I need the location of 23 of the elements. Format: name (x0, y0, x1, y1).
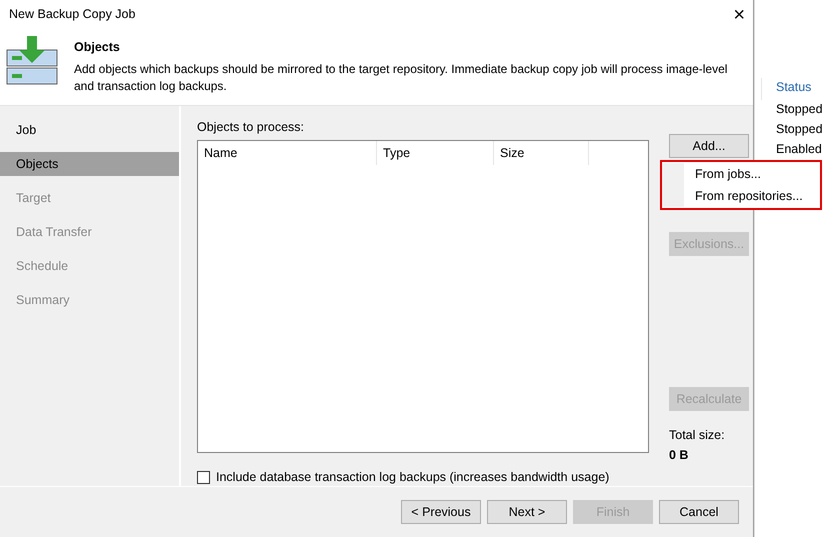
status-text: Stopped (775, 101, 823, 118)
step-item[interactable]: Job (0, 118, 179, 142)
window-title: New Backup Copy Job (9, 6, 136, 24)
column-header[interactable]: Name (198, 140, 377, 165)
button[interactable]: < Previous (401, 500, 481, 524)
button[interactable]: Next > (487, 500, 567, 524)
button[interactable]: Cancel (659, 500, 739, 524)
objects-label: Objects to process: (197, 119, 305, 136)
total-size-label: Total size: (669, 427, 726, 444)
column-header[interactable]: Status (761, 78, 823, 100)
button[interactable]: Add... (669, 134, 749, 158)
step-item[interactable]: Objects (0, 152, 179, 176)
header-description: Add objects which backups should be mirrored to the target repository. Immediate backup copy job will process image-level and transaction log backups. (74, 60, 728, 95)
header-title: Objects (74, 39, 121, 56)
checkbox[interactable] (197, 470, 210, 484)
column-header[interactable]: Type (377, 140, 494, 165)
status-text: Stopped (775, 121, 823, 138)
total-size-value: 0 B (669, 446, 690, 464)
checkbox-label: Include database transaction log backups (increases bandwidth usage) (216, 468, 610, 486)
status-text: Enabled (775, 141, 823, 158)
column-header[interactable]: Size (494, 140, 589, 165)
backup-copy-icon (6, 35, 60, 86)
close-button[interactable]: × (733, 4, 745, 25)
